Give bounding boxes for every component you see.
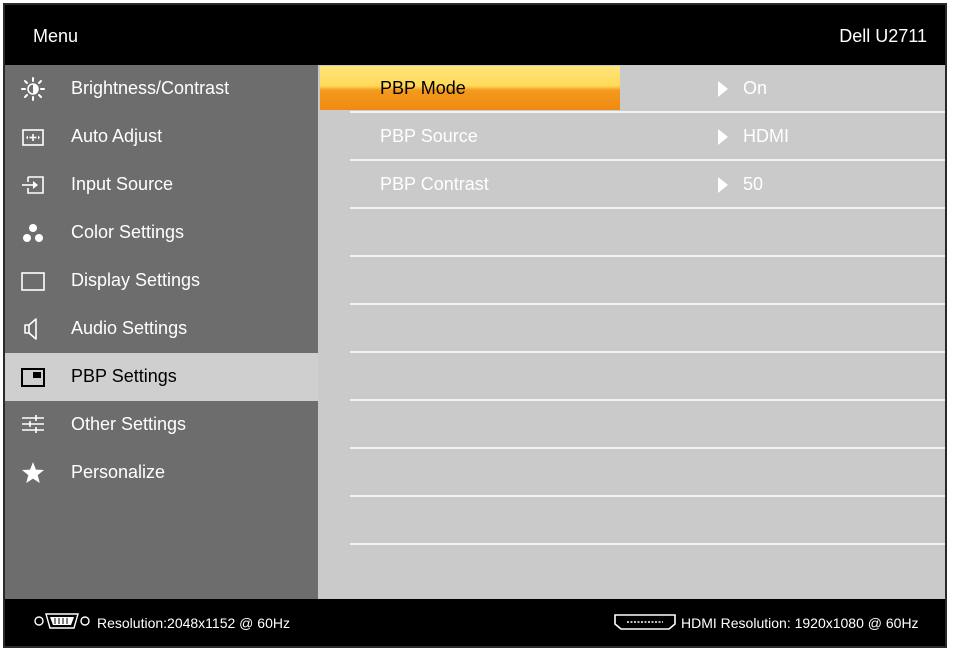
menu-title: Menu [33,26,79,46]
arrow-right-icon [716,128,730,146]
input-source-icon [21,173,45,197]
osd-sidebar: Brightness/Contrast Auto Adjust Input So… [5,65,318,599]
monitor-model: Dell U2711 [839,26,927,46]
sidebar-item-display-settings[interactable]: Display Settings [5,257,318,305]
sidebar-item-personalize[interactable]: Personalize [5,449,318,497]
auto-adjust-icon [21,125,45,149]
setting-value: 50 [743,174,764,194]
pbp-source-row[interactable]: PBP Source HDMI [318,113,945,161]
pbp-mode-row[interactable]: PBP Mode On [318,65,945,113]
sidebar-item-label: Display Settings [71,270,201,290]
setting-value: HDMI [743,126,789,146]
sidebar-item-label: Personalize [71,462,166,482]
sidebar-item-label: Other Settings [71,414,187,434]
osd-header: Menu Dell U2711 [5,5,945,65]
hdmi-connector-icon [613,612,677,632]
empty-row [318,401,945,449]
color-settings-icon [21,221,45,245]
sidebar-item-label: PBP Settings [71,366,177,386]
display-settings-icon [21,269,45,293]
vga-connector-icon [33,611,91,631]
arrow-right-icon [716,80,730,98]
sidebar-item-other-settings[interactable]: Other Settings [5,401,318,449]
sidebar-item-label: Auto Adjust [71,126,163,146]
empty-row [318,449,945,497]
arrow-right-icon [716,176,730,194]
setting-name: PBP Contrast [380,174,489,194]
hdmi-resolution-text: HDMI Resolution: 1920x1080 @ 60Hz [681,615,919,631]
row-divider [350,543,945,545]
status-bar: Resolution:2048x1152 @ 60Hz HDMI Resolut… [5,599,945,646]
sidebar-item-label: Color Settings [71,222,185,242]
osd-window: Menu Dell U2711 Brightness/Contrast Auto… [3,3,947,648]
sidebar-item-input-source[interactable]: Input Source [5,161,318,209]
resolution-text: Resolution:2048x1152 @ 60Hz [97,615,290,631]
setting-value: On [743,78,768,98]
sidebar-item-label: Brightness/Contrast [71,78,230,98]
empty-row [318,497,945,545]
settings-panel: PBP Mode On PBP Source HDMI PBP Contrast… [318,65,945,599]
selection-highlight [320,66,620,110]
empty-row [318,209,945,257]
sidebar-item-pbp-settings[interactable]: PBP Settings [5,353,318,401]
brightness-icon [21,77,45,101]
sidebar-item-brightness-contrast[interactable]: Brightness/Contrast [5,65,318,113]
star-icon [21,461,45,485]
sidebar-item-label: Input Source [71,174,174,194]
setting-name: PBP Mode [380,78,466,98]
sidebar-item-audio-settings[interactable]: Audio Settings [5,305,318,353]
speaker-icon [21,317,45,341]
setting-name: PBP Source [380,126,478,146]
pbp-contrast-row[interactable]: PBP Contrast 50 [318,161,945,209]
sidebar-item-color-settings[interactable]: Color Settings [5,209,318,257]
empty-row [318,353,945,401]
other-settings-icon [21,413,45,437]
empty-row [318,305,945,353]
sidebar-item-auto-adjust[interactable]: Auto Adjust [5,113,318,161]
empty-row [318,257,945,305]
pbp-icon [21,365,45,389]
sidebar-item-label: Audio Settings [71,318,188,338]
